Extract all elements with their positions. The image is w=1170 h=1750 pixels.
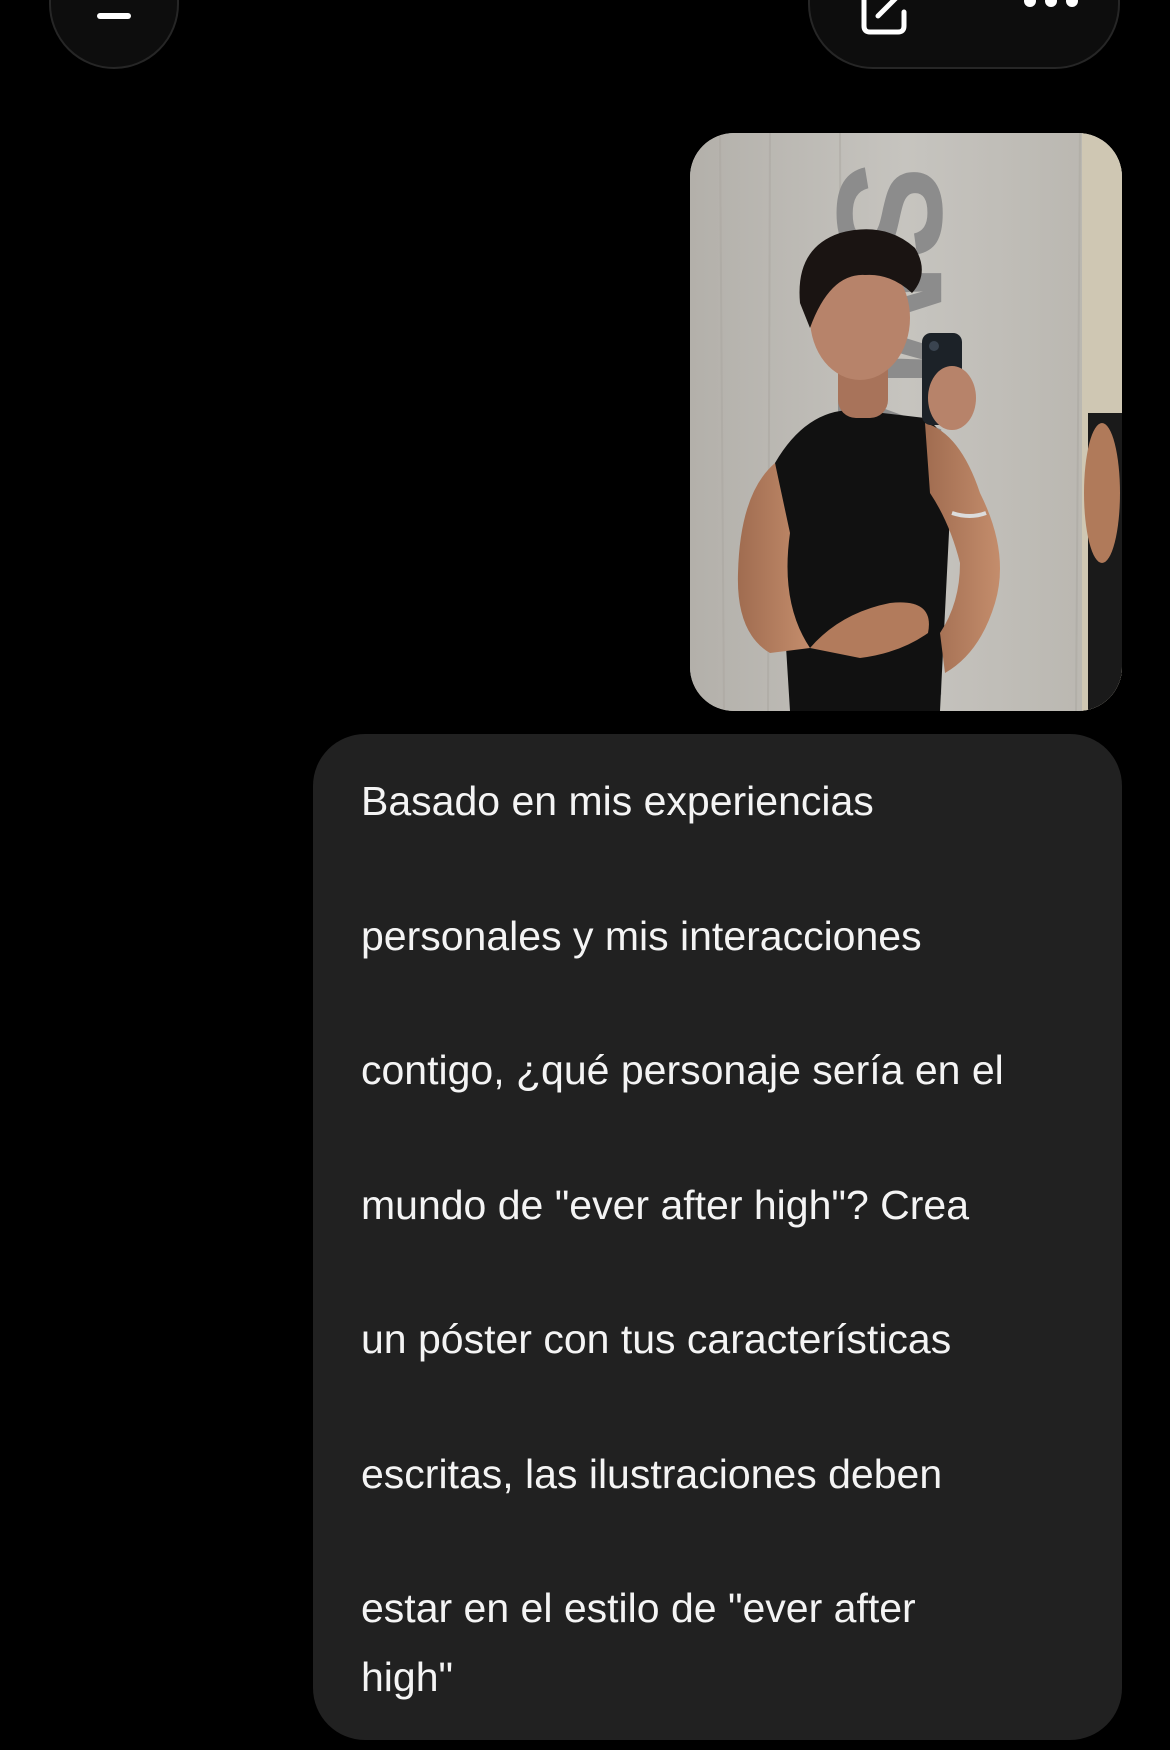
more-dots-icon[interactable] [1022, 0, 1080, 12]
message-line: high" [361, 1654, 454, 1700]
minus-icon [97, 13, 131, 19]
message-bubble[interactable]: Basado en mis experiencias personales y … [313, 734, 1122, 1740]
header-actions [808, 0, 1120, 69]
message-line: Basado en mis experiencias [361, 778, 874, 824]
message-line: escritas, las ilustraciones deben [361, 1450, 943, 1497]
minimize-button[interactable] [49, 0, 179, 69]
edit-icon[interactable] [854, 0, 912, 36]
message-line: un póster con tus características [361, 1316, 952, 1362]
sent-photo[interactable]: SMASH [690, 133, 1122, 711]
message-line: mundo de "ever after high"? Crea [361, 1181, 970, 1228]
message-line: estar en el estilo de "ever after [361, 1585, 916, 1631]
message-line: personales y mis interacciones [361, 912, 922, 959]
message-line: contigo, ¿qué personaje sería en el [361, 1047, 1004, 1093]
